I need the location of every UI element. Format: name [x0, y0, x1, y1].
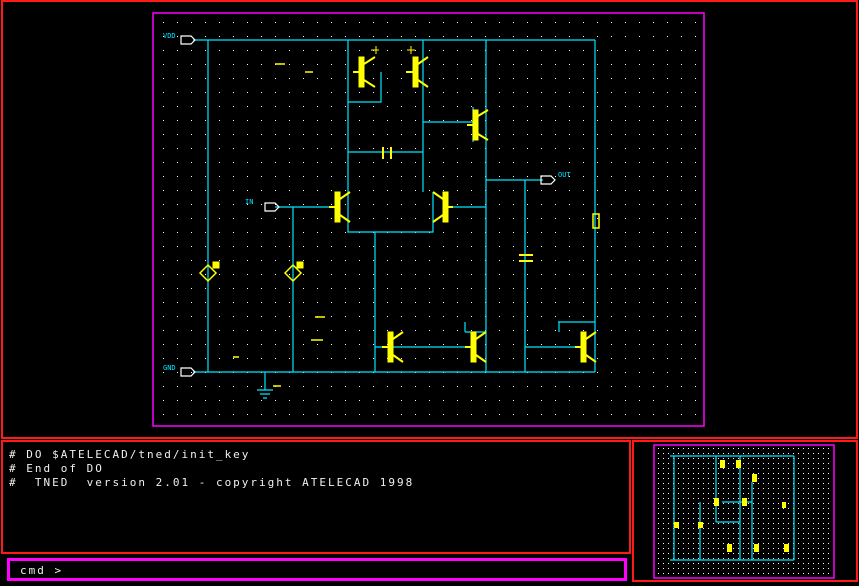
- schematic-canvas[interactable]: VDD GND IN OUT: [3, 2, 859, 441]
- command-prompt: cmd >: [20, 564, 64, 577]
- minimap-grid: [658, 448, 829, 574]
- resistor-r1-icon: [592, 213, 600, 229]
- transistor-q2-icon: [406, 46, 429, 88]
- console-line: # TNED version 2.01 - copyright ATELECAD…: [9, 476, 415, 489]
- pin-markers: [180, 35, 556, 377]
- console-line: # DO $ATELECAD/tned/init_key: [9, 448, 251, 461]
- in-label: IN: [245, 198, 253, 206]
- vdd-pin-icon: [180, 35, 196, 45]
- current-source-2-icon: [283, 261, 304, 283]
- schematic-frame: [152, 12, 705, 427]
- wires: [193, 39, 596, 399]
- console-line: # End of DO: [9, 462, 104, 475]
- transistor-q8-icon: [575, 331, 597, 363]
- transistor-q3-icon: [467, 109, 489, 141]
- gnd-label: GND: [163, 364, 176, 372]
- gnd-pin-icon: [180, 367, 196, 377]
- schematic-panel[interactable]: VDD GND IN OUT: [1, 0, 858, 439]
- minimap-canvas[interactable]: [634, 442, 859, 584]
- command-input[interactable]: cmd >: [7, 558, 627, 581]
- current-source-1-icon: [198, 261, 220, 283]
- vdd-label: VDD: [163, 32, 176, 40]
- transistor-q4-icon: [329, 191, 351, 223]
- transistor-q5-icon: [432, 191, 453, 223]
- capacitor-c2-icon: [519, 254, 533, 262]
- out-label: OUT: [558, 171, 571, 179]
- transistor-q7-icon: [465, 331, 487, 363]
- minimap-panel[interactable]: [632, 440, 858, 582]
- grid-dots: [163, 22, 696, 415]
- console-panel: # DO $ATELECAD/tned/init_key # End of DO…: [1, 440, 631, 554]
- out-pin-icon: [540, 175, 556, 185]
- components[interactable]: [198, 46, 600, 387]
- transistor-q1-icon: [353, 46, 379, 88]
- minimap-components: [674, 460, 789, 552]
